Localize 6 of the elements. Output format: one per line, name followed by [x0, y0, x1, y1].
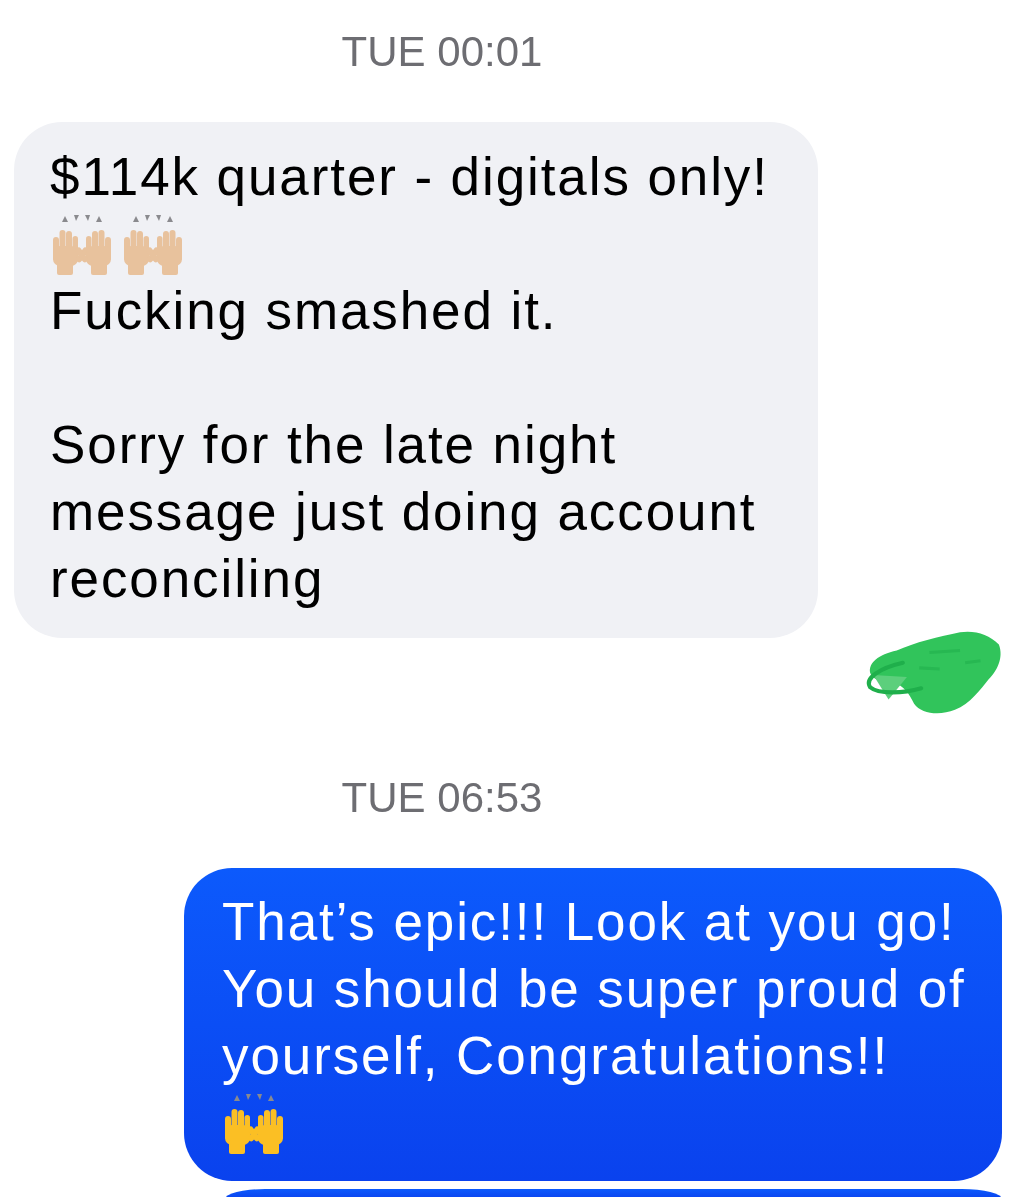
- message-text: $114k quarter - digitals only!: [50, 147, 769, 206]
- timestamp: TUE 00:01: [341, 27, 543, 77]
- message-text: That’s epic!!! Look at you go! You should be super proud of yourself, Congratulations!!: [222, 892, 966, 1085]
- message-text: Fucking smashed it.: [50, 281, 558, 340]
- message-text: Sorry for the late night message just doing account reconciling: [50, 415, 757, 608]
- timestamp: TUE 06:53: [341, 773, 543, 823]
